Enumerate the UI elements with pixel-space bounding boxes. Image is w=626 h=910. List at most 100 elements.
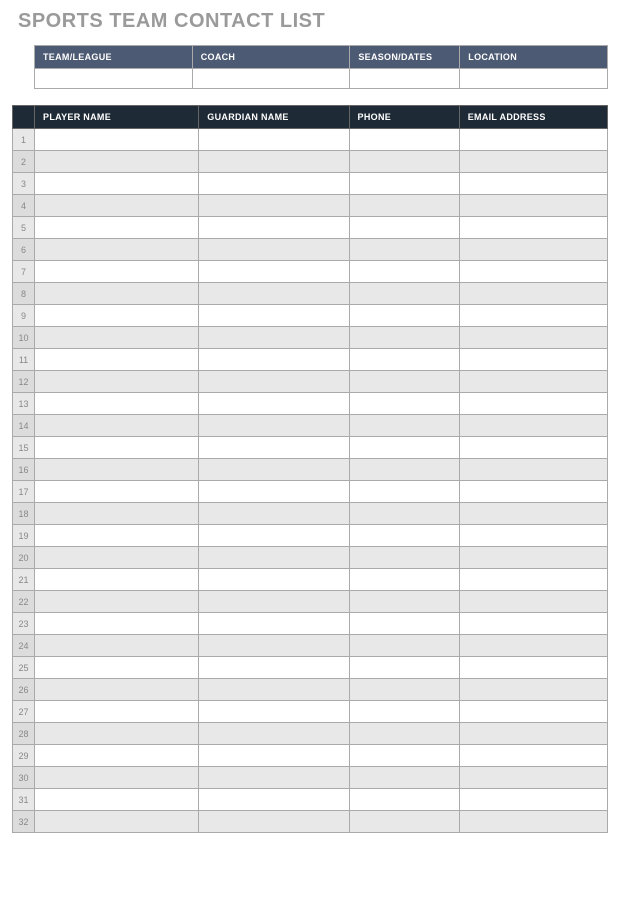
cell-player-name[interactable] [35,789,199,811]
cell-email[interactable] [459,129,607,151]
cell-guardian-name[interactable] [199,349,349,371]
cell-player-name[interactable] [35,261,199,283]
cell-email[interactable] [459,415,607,437]
cell-guardian-name[interactable] [199,371,349,393]
cell-email[interactable] [459,283,607,305]
cell-email[interactable] [459,723,607,745]
cell-email[interactable] [459,569,607,591]
info-cell-season[interactable] [350,69,460,89]
cell-player-name[interactable] [35,305,199,327]
cell-player-name[interactable] [35,239,199,261]
cell-player-name[interactable] [35,283,199,305]
cell-phone[interactable] [349,547,459,569]
cell-player-name[interactable] [35,569,199,591]
cell-phone[interactable] [349,635,459,657]
cell-email[interactable] [459,789,607,811]
cell-email[interactable] [459,745,607,767]
cell-phone[interactable] [349,613,459,635]
cell-phone[interactable] [349,745,459,767]
cell-phone[interactable] [349,767,459,789]
cell-player-name[interactable] [35,767,199,789]
cell-phone[interactable] [349,195,459,217]
cell-phone[interactable] [349,811,459,833]
cell-email[interactable] [459,349,607,371]
cell-phone[interactable] [349,151,459,173]
cell-player-name[interactable] [35,151,199,173]
cell-player-name[interactable] [35,393,199,415]
cell-guardian-name[interactable] [199,767,349,789]
cell-guardian-name[interactable] [199,305,349,327]
cell-phone[interactable] [349,371,459,393]
cell-phone[interactable] [349,657,459,679]
cell-phone[interactable] [349,261,459,283]
cell-email[interactable] [459,481,607,503]
cell-phone[interactable] [349,415,459,437]
cell-guardian-name[interactable] [199,173,349,195]
cell-email[interactable] [459,503,607,525]
cell-phone[interactable] [349,129,459,151]
cell-email[interactable] [459,701,607,723]
cell-guardian-name[interactable] [199,569,349,591]
cell-guardian-name[interactable] [199,151,349,173]
cell-player-name[interactable] [35,701,199,723]
cell-guardian-name[interactable] [199,789,349,811]
cell-guardian-name[interactable] [199,723,349,745]
cell-player-name[interactable] [35,723,199,745]
cell-email[interactable] [459,657,607,679]
cell-email[interactable] [459,151,607,173]
cell-guardian-name[interactable] [199,327,349,349]
cell-phone[interactable] [349,679,459,701]
cell-email[interactable] [459,261,607,283]
cell-player-name[interactable] [35,129,199,151]
cell-guardian-name[interactable] [199,811,349,833]
cell-phone[interactable] [349,591,459,613]
cell-email[interactable] [459,327,607,349]
cell-phone[interactable] [349,525,459,547]
cell-email[interactable] [459,767,607,789]
cell-player-name[interactable] [35,679,199,701]
cell-email[interactable] [459,195,607,217]
cell-email[interactable] [459,547,607,569]
cell-guardian-name[interactable] [199,547,349,569]
cell-guardian-name[interactable] [199,415,349,437]
cell-phone[interactable] [349,305,459,327]
cell-guardian-name[interactable] [199,437,349,459]
cell-guardian-name[interactable] [199,745,349,767]
cell-guardian-name[interactable] [199,459,349,481]
cell-guardian-name[interactable] [199,393,349,415]
cell-player-name[interactable] [35,173,199,195]
cell-phone[interactable] [349,349,459,371]
cell-guardian-name[interactable] [199,217,349,239]
info-cell-team[interactable] [35,69,193,89]
cell-player-name[interactable] [35,657,199,679]
cell-email[interactable] [459,591,607,613]
cell-guardian-name[interactable] [199,657,349,679]
cell-player-name[interactable] [35,459,199,481]
cell-player-name[interactable] [35,217,199,239]
cell-player-name[interactable] [35,481,199,503]
cell-phone[interactable] [349,393,459,415]
cell-guardian-name[interactable] [199,635,349,657]
cell-phone[interactable] [349,327,459,349]
cell-phone[interactable] [349,437,459,459]
cell-email[interactable] [459,525,607,547]
cell-phone[interactable] [349,503,459,525]
cell-player-name[interactable] [35,415,199,437]
cell-guardian-name[interactable] [199,195,349,217]
cell-email[interactable] [459,173,607,195]
cell-email[interactable] [459,613,607,635]
cell-guardian-name[interactable] [199,591,349,613]
cell-player-name[interactable] [35,811,199,833]
cell-phone[interactable] [349,481,459,503]
cell-player-name[interactable] [35,503,199,525]
cell-guardian-name[interactable] [199,525,349,547]
cell-guardian-name[interactable] [199,239,349,261]
cell-email[interactable] [459,811,607,833]
cell-phone[interactable] [349,239,459,261]
cell-player-name[interactable] [35,613,199,635]
cell-guardian-name[interactable] [199,261,349,283]
cell-guardian-name[interactable] [199,129,349,151]
cell-player-name[interactable] [35,327,199,349]
cell-email[interactable] [459,459,607,481]
cell-guardian-name[interactable] [199,613,349,635]
